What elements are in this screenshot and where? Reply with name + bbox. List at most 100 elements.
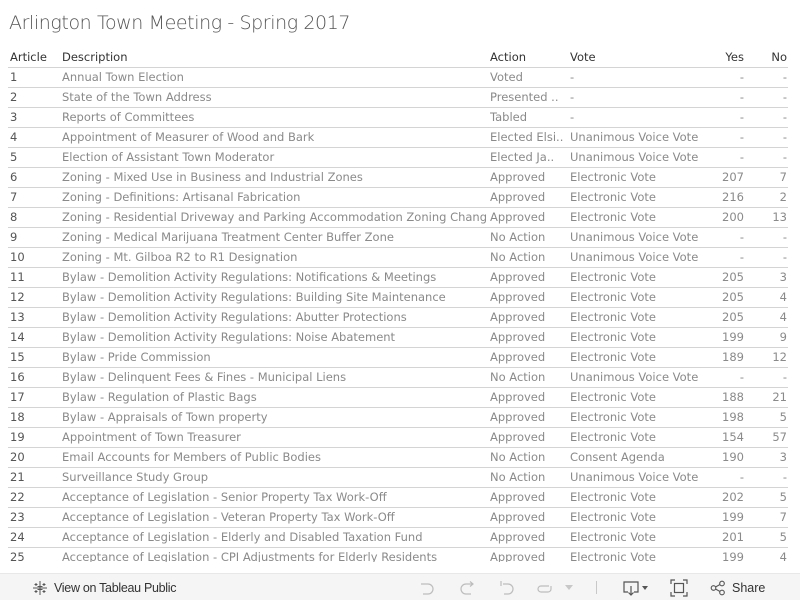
cell-no: 12 (772, 350, 787, 364)
cell-no: - (782, 370, 787, 384)
cell-article: 18 (10, 410, 25, 424)
table-row[interactable]: 6 Zoning - Mixed Use in Business and Indu… (8, 168, 788, 188)
cell-action: Approved (490, 170, 546, 184)
tableau-toolbar: View on Tableau Public Share (0, 573, 800, 600)
cell-description: Bylaw - Delinquent Fees & Fines - Munici… (62, 370, 347, 384)
revert-button[interactable] (498, 574, 516, 600)
cell-action: Voted (490, 70, 523, 84)
view-on-tableau-public-button[interactable]: View on Tableau Public (32, 574, 177, 600)
view-on-tableau-public-label: View on Tableau Public (54, 580, 177, 595)
cell-action: Approved (490, 310, 546, 324)
table-row[interactable]: 9 Zoning - Medical Marijuana Treatment Ce… (8, 228, 788, 248)
cell-vote: Unanimous Voice Vote (570, 150, 699, 164)
table-row[interactable]: 11 Bylaw - Demolition Activity Regulation… (8, 268, 788, 288)
cell-description: Zoning - Definitions: Artisanal Fabricat… (62, 190, 301, 204)
column-header-vote[interactable]: Vote (570, 48, 720, 67)
table-row[interactable]: 15 Bylaw - Pride Commission Approved Electr… (8, 348, 788, 368)
table-row[interactable]: 21 Surveillance Study Group No Action Unani… (8, 468, 788, 488)
cell-action: Approved (490, 390, 546, 404)
table-row[interactable]: 25 Acceptance of Legislation - CPI Adjust… (8, 548, 788, 562)
cell-no: 9 (779, 330, 787, 344)
cell-action: Presented .. (490, 90, 559, 104)
column-header-action[interactable]: Action (490, 48, 568, 67)
cell-yes: 200 (722, 210, 744, 224)
cell-article: 23 (10, 510, 25, 524)
cell-no: 3 (779, 450, 787, 464)
cell-action: Elected Elsi.. (490, 130, 564, 144)
table-row[interactable]: 23 Acceptance of Legislation - Veteran Pr… (8, 508, 788, 528)
table-row[interactable]: 16 Bylaw - Delinquent Fees & Fines - Muni… (8, 368, 788, 388)
cell-article: 19 (10, 430, 25, 444)
cell-no: 3 (779, 270, 787, 284)
cell-article: 11 (10, 270, 25, 284)
redo-button[interactable] (458, 574, 476, 600)
cell-description: Acceptance of Legislation - CPI Adjustme… (62, 550, 438, 562)
fullscreen-button[interactable] (670, 574, 688, 600)
table-row[interactable]: 17 Bylaw - Regulation of Plastic Bags Appr… (8, 388, 788, 408)
cell-yes: 199 (722, 510, 744, 524)
download-button[interactable] (622, 574, 650, 600)
refresh-menu-button[interactable] (565, 574, 573, 600)
cell-action: Approved (490, 270, 546, 284)
table-row[interactable]: 5 Election of Assistant Town Moderator Ele… (8, 148, 788, 168)
column-header-article[interactable]: Article (10, 48, 60, 67)
undo-button[interactable] (418, 574, 436, 600)
page-title: Arlington Town Meeting - Spring 2017 (9, 12, 351, 34)
refresh-button[interactable] (536, 574, 554, 600)
column-header-description[interactable]: Description (62, 48, 488, 67)
cell-article: 7 (10, 190, 18, 204)
cell-action: Approved (490, 410, 546, 424)
table-row[interactable]: 10 Zoning - Mt. Gilboa R2 to R1 Designati… (8, 248, 788, 268)
table-row[interactable]: 24 Acceptance of Legislation - Elderly an… (8, 528, 788, 548)
cell-vote: Electronic Vote (570, 350, 656, 364)
share-button[interactable]: Share (710, 574, 765, 600)
download-icon (622, 580, 650, 596)
cell-vote: Electronic Vote (570, 290, 656, 304)
cell-description: State of the Town Address (62, 90, 212, 104)
cell-action: Approved (490, 530, 546, 544)
cell-description: Appointment of Town Treasurer (62, 430, 241, 444)
cell-vote: Unanimous Voice Vote (570, 370, 699, 384)
table-row[interactable]: 8 Zoning - Residential Driveway and Parki… (8, 208, 788, 228)
cell-article: 3 (10, 110, 18, 124)
cell-no: - (782, 230, 787, 244)
table-row[interactable]: 14 Bylaw - Demolition Activity Regulation… (8, 328, 788, 348)
cell-vote: Electronic Vote (570, 190, 656, 204)
table-row[interactable]: 1 Annual Town Election Voted - - - (8, 68, 788, 88)
cell-action: Approved (490, 490, 546, 504)
column-header-no[interactable]: No (748, 48, 787, 67)
cell-description: Zoning - Mt. Gilboa R2 to R1 Designation (62, 250, 298, 264)
cell-article: 17 (10, 390, 25, 404)
column-header-yes[interactable]: Yes (708, 48, 744, 67)
table-row[interactable]: 12 Bylaw - Demolition Activity Regulation… (8, 288, 788, 308)
redo-icon (458, 580, 476, 596)
cell-description: Bylaw - Regulation of Plastic Bags (62, 390, 257, 404)
cell-action: Approved (490, 210, 546, 224)
table-row[interactable]: 13 Bylaw - Demolition Activity Regulation… (8, 308, 788, 328)
table-row[interactable]: 19 Appointment of Town Treasurer Approved E… (8, 428, 788, 448)
cell-article: 6 (10, 170, 18, 184)
cell-no: 5 (779, 490, 787, 504)
cell-article: 21 (10, 470, 25, 484)
table-row[interactable]: 22 Acceptance of Legislation - Senior Pro… (8, 488, 788, 508)
cell-article: 13 (10, 310, 25, 324)
table-row[interactable]: 18 Bylaw - Appraisals of Town property App… (8, 408, 788, 428)
cell-no: 4 (779, 550, 787, 562)
table-row[interactable]: 3 Reports of Committees Tabled - - - (8, 108, 788, 128)
cell-vote: - (570, 110, 575, 124)
table-row[interactable]: 7 Zoning - Definitions: Artisanal Fabrica… (8, 188, 788, 208)
cell-yes: 205 (722, 270, 744, 284)
table-row[interactable]: 20 Email Accounts for Members of Public B… (8, 448, 788, 468)
cell-action: Approved (490, 290, 546, 304)
cell-vote: Electronic Vote (570, 330, 656, 344)
cell-description: Acceptance of Legislation - Elderly and … (62, 530, 423, 544)
cell-action: No Action (490, 470, 546, 484)
cell-description: Bylaw - Demolition Activity Regulations:… (62, 290, 446, 304)
cell-yes: - (739, 110, 744, 124)
cell-description: Acceptance of Legislation - Senior Prope… (62, 490, 387, 504)
cell-article: 12 (10, 290, 25, 304)
table-row[interactable]: 2 State of the Town Address Presented .. - -… (8, 88, 788, 108)
articles-table: Article Description Action Vote Yes No 1… (8, 48, 788, 562)
cell-vote: Electronic Vote (570, 390, 656, 404)
table-row[interactable]: 4 Appointment of Measurer of Wood and Bar… (8, 128, 788, 148)
